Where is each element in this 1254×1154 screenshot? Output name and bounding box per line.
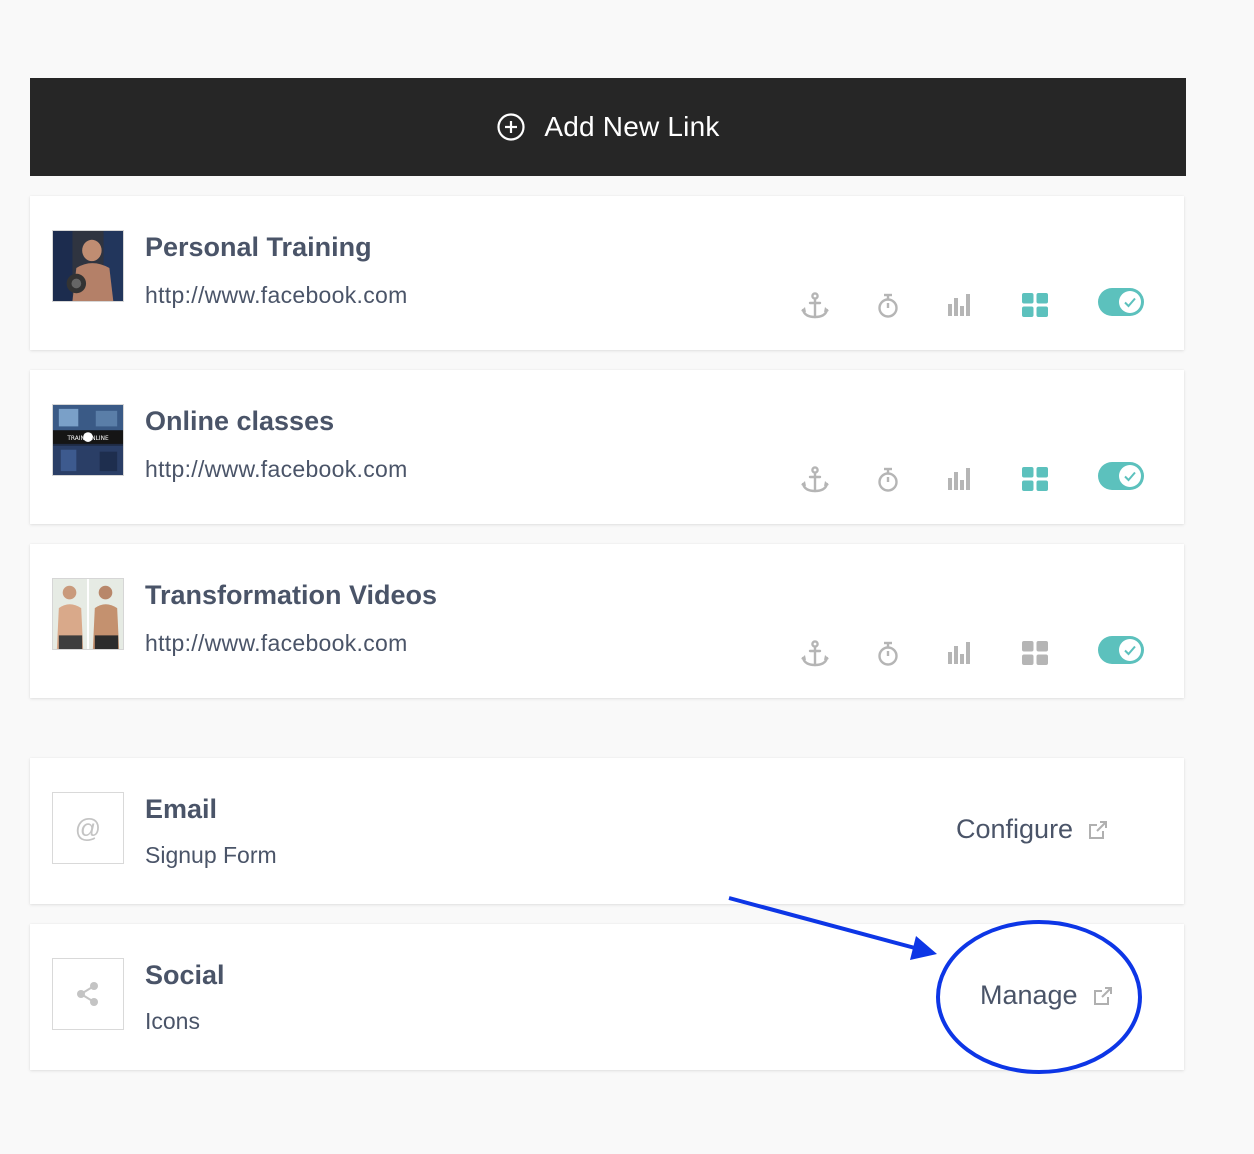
grid-icon[interactable] bbox=[1022, 293, 1048, 317]
link-thumbnail bbox=[52, 230, 124, 302]
at-icon: @ bbox=[52, 792, 124, 864]
email-feature-card: @ Email Signup Form Configure bbox=[30, 758, 1184, 904]
feature-title: Social bbox=[145, 960, 225, 990]
manage-link[interactable]: Manage bbox=[980, 980, 1114, 1011]
check-icon bbox=[1124, 645, 1136, 656]
external-link-icon bbox=[1093, 986, 1112, 1005]
link-card: TRAIN ONLINE Online classes http://www.f… bbox=[30, 370, 1184, 524]
analytics-icon[interactable] bbox=[946, 640, 974, 666]
feature-title: Email bbox=[145, 794, 218, 824]
enable-toggle[interactable] bbox=[1098, 288, 1144, 316]
add-new-link-button[interactable]: Add New Link bbox=[30, 78, 1186, 176]
check-icon bbox=[1124, 297, 1136, 308]
link-title: Personal Training bbox=[145, 232, 372, 262]
link-card: Transformation Videos http://www.faceboo… bbox=[30, 544, 1184, 698]
timer-icon[interactable] bbox=[876, 640, 900, 668]
plus-circle-icon bbox=[497, 113, 526, 141]
share-icon bbox=[52, 958, 124, 1030]
link-url: http://www.facebook.com bbox=[145, 456, 408, 482]
link-url: http://www.facebook.com bbox=[145, 282, 408, 308]
feature-subtitle: Icons bbox=[145, 1008, 200, 1034]
analytics-icon[interactable] bbox=[946, 466, 974, 492]
timer-icon[interactable] bbox=[876, 466, 900, 494]
add-new-link-label: Add New Link bbox=[544, 111, 720, 142]
anchor-icon[interactable] bbox=[800, 640, 830, 668]
manage-label: Manage bbox=[980, 980, 1078, 1010]
anchor-icon[interactable] bbox=[800, 292, 830, 320]
grid-icon[interactable] bbox=[1022, 641, 1048, 665]
link-thumbnail bbox=[52, 578, 124, 650]
grid-icon[interactable] bbox=[1022, 467, 1048, 491]
link-card: Personal Training http://www.facebook.co… bbox=[30, 196, 1184, 350]
social-feature-card: Social Icons Manage bbox=[30, 924, 1184, 1070]
configure-link[interactable]: Configure bbox=[956, 814, 1109, 845]
enable-toggle[interactable] bbox=[1098, 462, 1144, 490]
link-url: http://www.facebook.com bbox=[145, 630, 408, 656]
configure-label: Configure bbox=[956, 814, 1074, 844]
link-thumbnail: TRAIN ONLINE bbox=[52, 404, 124, 476]
link-title: Online classes bbox=[145, 406, 335, 436]
feature-subtitle: Signup Form bbox=[145, 842, 277, 868]
check-icon bbox=[1124, 471, 1136, 482]
anchor-icon[interactable] bbox=[800, 466, 830, 494]
timer-icon[interactable] bbox=[876, 292, 900, 320]
external-link-icon bbox=[1089, 820, 1108, 839]
analytics-icon[interactable] bbox=[946, 292, 974, 318]
link-title: Transformation Videos bbox=[145, 580, 438, 610]
enable-toggle[interactable] bbox=[1098, 636, 1144, 664]
